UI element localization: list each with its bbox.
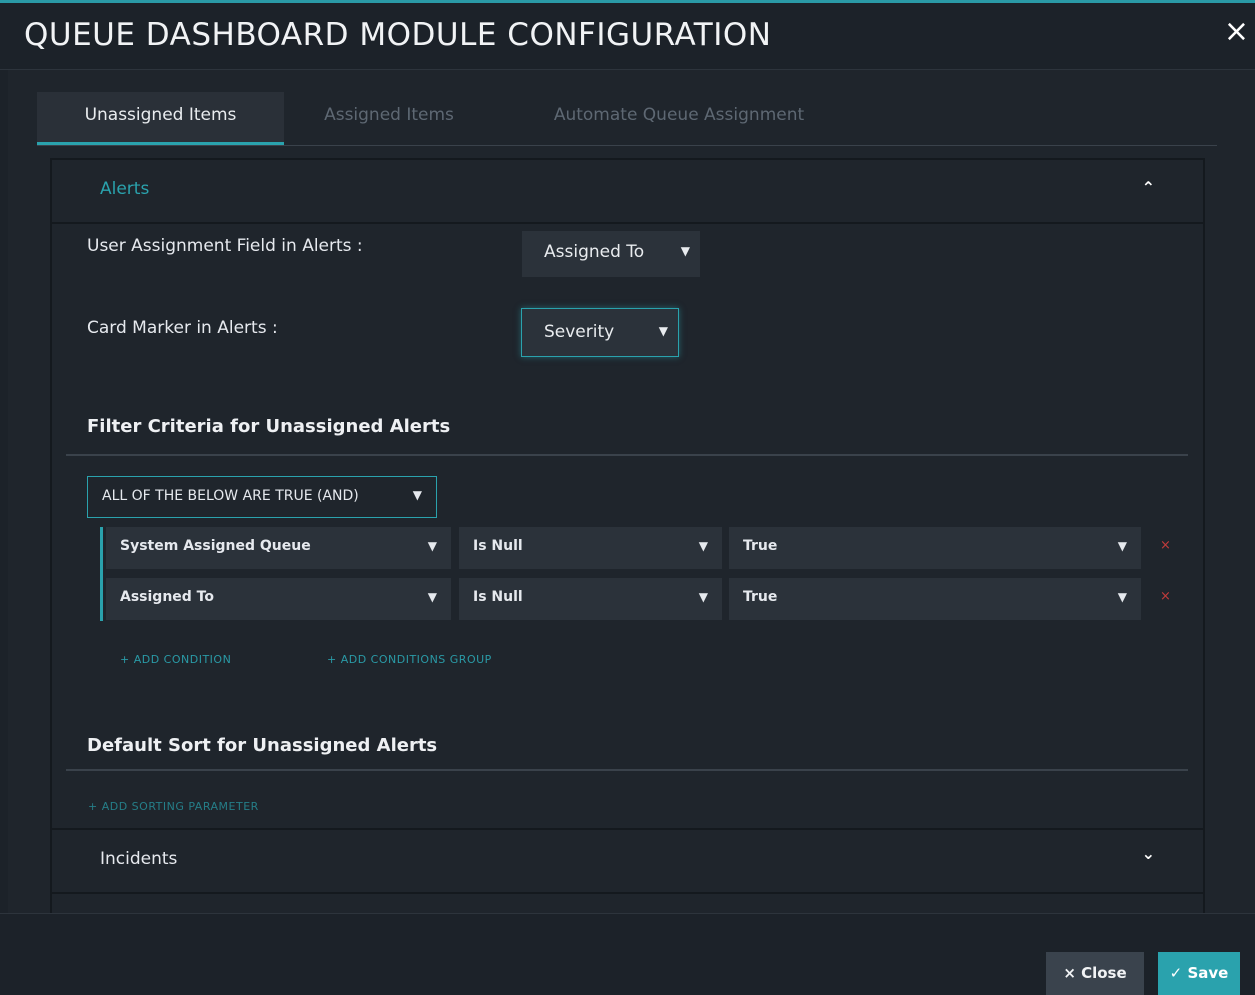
chevron-down-icon: ⌄ bbox=[1141, 844, 1155, 863]
condition-field-select[interactable]: Assigned To ▼ bbox=[106, 578, 451, 620]
condition-field-value: Assigned To bbox=[120, 589, 214, 605]
modal-header: QUEUE DASHBOARD MODULE CONFIGURATION × bbox=[0, 3, 1255, 70]
remove-condition-icon[interactable]: × bbox=[1160, 589, 1171, 604]
caret-down-icon: ▼ bbox=[427, 590, 437, 604]
accordion-incidents-title: Incidents bbox=[100, 849, 178, 869]
user-assignment-field-label: User Assignment Field in Alerts : bbox=[87, 236, 363, 256]
remove-condition-icon[interactable]: × bbox=[1160, 538, 1171, 553]
logic-operator-value: ALL OF THE BELOW ARE TRUE (AND) bbox=[102, 488, 359, 504]
condition-operator-value: Is Null bbox=[473, 538, 523, 554]
accordion-incidents-header[interactable]: Incidents ⌄ bbox=[50, 828, 1205, 894]
user-assignment-select-value: Assigned To bbox=[544, 242, 645, 262]
close-button[interactable]: × Close bbox=[1046, 952, 1144, 995]
add-sorting-parameter-link[interactable]: + ADD SORTING PARAMETER bbox=[88, 800, 259, 813]
card-marker-select[interactable]: Severity ▼ bbox=[521, 308, 679, 357]
condition-group-bar bbox=[100, 527, 103, 621]
save-button[interactable]: ✓ Save bbox=[1158, 952, 1240, 995]
tab-unassigned-items[interactable]: Unassigned Items bbox=[37, 92, 284, 145]
close-icon[interactable]: × bbox=[1224, 17, 1249, 47]
card-marker-label: Card Marker in Alerts : bbox=[87, 318, 278, 338]
condition-operator-value: Is Null bbox=[473, 589, 523, 605]
caret-down-icon: ▼ bbox=[680, 244, 690, 258]
sort-divider bbox=[66, 769, 1188, 771]
condition-value-value: True bbox=[743, 589, 778, 605]
user-assignment-select[interactable]: Assigned To ▼ bbox=[522, 231, 700, 277]
caret-down-icon: ▼ bbox=[412, 488, 422, 502]
filter-divider bbox=[66, 454, 1188, 456]
add-condition-link[interactable]: + ADD CONDITION bbox=[120, 653, 231, 666]
caret-down-icon: ▼ bbox=[698, 539, 708, 553]
condition-value-value: True bbox=[743, 538, 778, 554]
caret-down-icon: ▼ bbox=[1117, 539, 1127, 553]
caret-down-icon: ▼ bbox=[1117, 590, 1127, 604]
condition-value-select[interactable]: True ▼ bbox=[729, 527, 1141, 569]
tab-assigned-items[interactable]: Assigned Items bbox=[299, 92, 479, 145]
tab-bar: Unassigned Items Assigned Items Automate… bbox=[37, 92, 1217, 146]
add-conditions-group-link[interactable]: + ADD CONDITIONS GROUP bbox=[327, 653, 492, 666]
condition-operator-select[interactable]: Is Null ▼ bbox=[459, 578, 722, 620]
condition-field-value: System Assigned Queue bbox=[120, 538, 311, 554]
condition-operator-select[interactable]: Is Null ▼ bbox=[459, 527, 722, 569]
card-marker-select-value: Severity bbox=[544, 322, 615, 342]
chevron-up-icon: ⌃ bbox=[1141, 178, 1155, 197]
caret-down-icon: ▼ bbox=[427, 539, 437, 553]
accordion-alerts-title: Alerts bbox=[100, 179, 150, 199]
modal-title: QUEUE DASHBOARD MODULE CONFIGURATION bbox=[24, 17, 772, 53]
caret-down-icon: ▼ bbox=[658, 324, 668, 338]
condition-field-select[interactable]: System Assigned Queue ▼ bbox=[106, 527, 451, 569]
tab-automate-queue-assignment[interactable]: Automate Queue Assignment bbox=[519, 92, 839, 145]
logic-operator-select[interactable]: ALL OF THE BELOW ARE TRUE (AND) ▼ bbox=[87, 476, 437, 518]
filter-criteria-heading: Filter Criteria for Unassigned Alerts bbox=[87, 416, 451, 437]
condition-value-select[interactable]: True ▼ bbox=[729, 578, 1141, 620]
default-sort-heading: Default Sort for Unassigned Alerts bbox=[87, 735, 438, 756]
accordion-alerts-header[interactable]: Alerts ⌃ bbox=[50, 158, 1205, 224]
caret-down-icon: ▼ bbox=[698, 590, 708, 604]
